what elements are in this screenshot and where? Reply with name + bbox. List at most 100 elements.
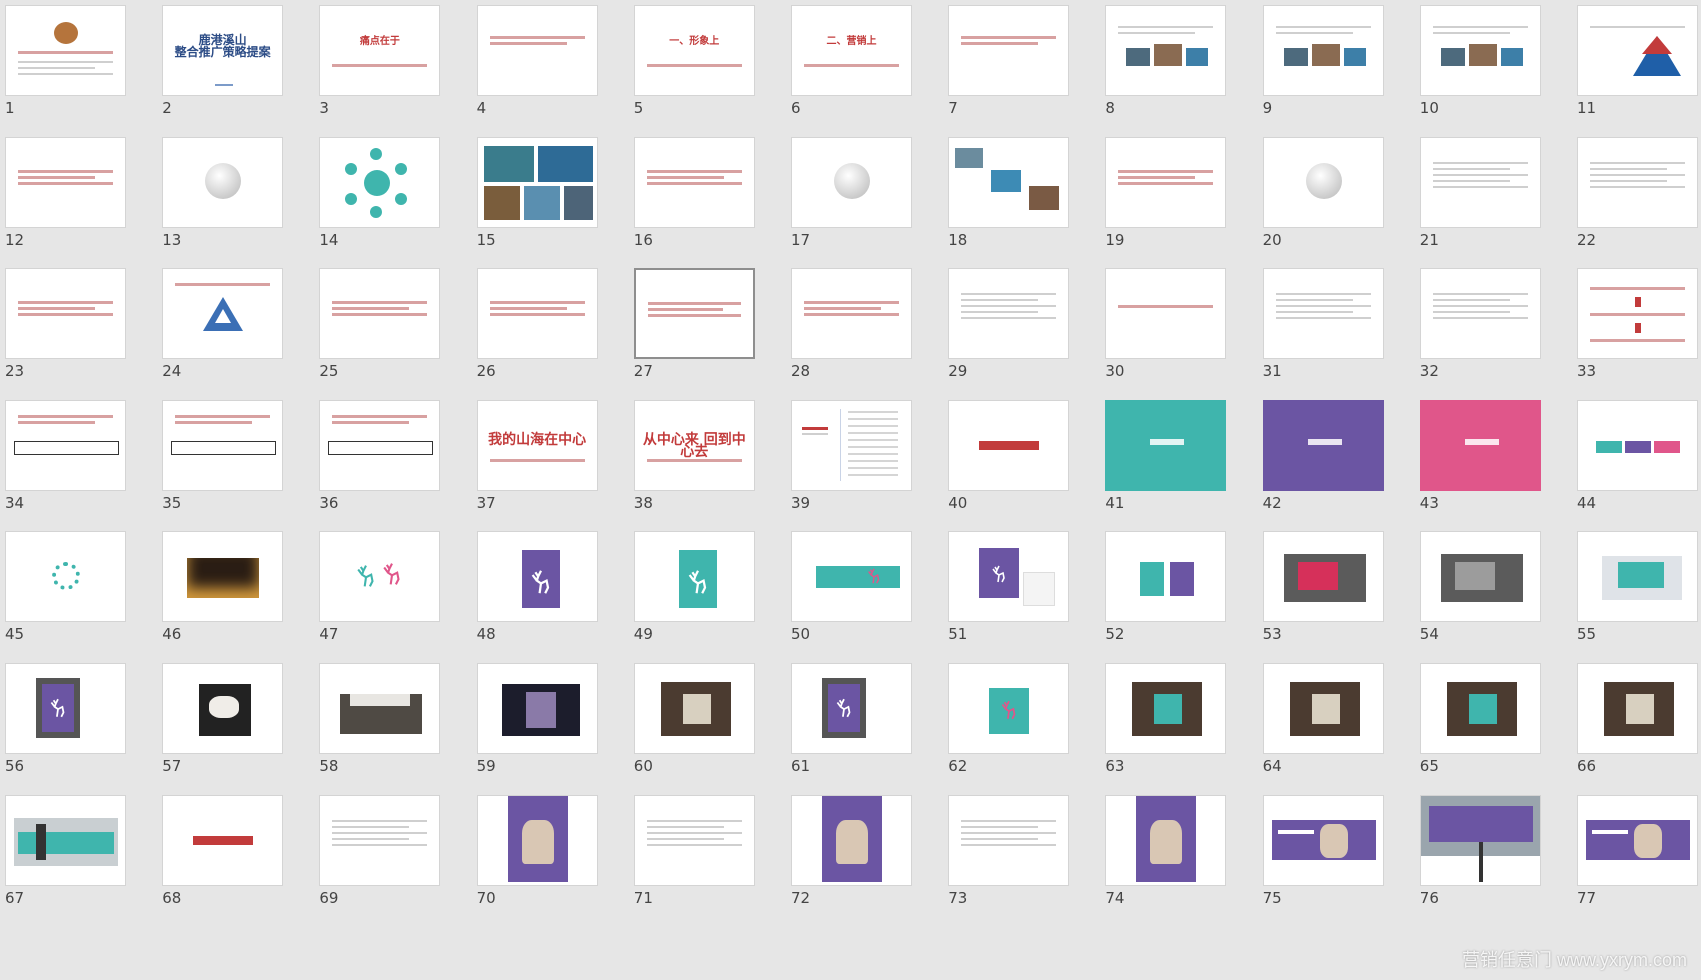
slide-thumbnail-52[interactable]: 52 bbox=[1100, 526, 1227, 661]
slide-preview[interactable] bbox=[1419, 268, 1541, 360]
slide-preview[interactable] bbox=[162, 531, 284, 623]
slide-thumbnail-14[interactable]: 14 bbox=[314, 132, 441, 267]
slide-preview[interactable] bbox=[791, 663, 912, 754]
slide-thumbnail-4[interactable]: 4 bbox=[472, 0, 598, 135]
slide-preview[interactable] bbox=[1419, 136, 1541, 228]
slide-preview[interactable]: 痛点在于 bbox=[319, 5, 441, 96]
slide-preview[interactable]: 我的山海在中心 bbox=[476, 399, 598, 491]
slide-thumbnail-34[interactable]: 34 bbox=[0, 395, 126, 530]
slide-thumbnail-8[interactable]: 8 bbox=[1100, 0, 1227, 135]
slide-thumbnail-26[interactable]: 26 bbox=[472, 263, 598, 398]
slide-thumbnail-64[interactable]: 64 bbox=[1258, 658, 1384, 793]
slide-thumbnail-18[interactable]: 18 bbox=[943, 132, 1070, 267]
slide-thumbnail-29[interactable]: 29 bbox=[943, 263, 1070, 398]
slide-preview[interactable] bbox=[948, 5, 1070, 96]
slide-thumbnail-49[interactable]: 49 bbox=[629, 526, 755, 661]
slide-thumbnail-53[interactable]: 53 bbox=[1258, 526, 1384, 661]
slide-preview[interactable] bbox=[5, 399, 126, 491]
slide-preview[interactable] bbox=[5, 136, 126, 228]
slide-preview[interactable] bbox=[1577, 663, 1698, 754]
slide-thumbnail-21[interactable]: 21 bbox=[1415, 132, 1541, 267]
slide-preview[interactable] bbox=[319, 531, 441, 623]
slide-preview[interactable] bbox=[1105, 399, 1227, 491]
slide-preview[interactable] bbox=[476, 268, 598, 360]
slide-thumbnail-43[interactable]: 43 bbox=[1415, 395, 1541, 530]
slide-thumbnail-48[interactable]: 48 bbox=[472, 526, 598, 661]
slide-preview[interactable] bbox=[1577, 136, 1698, 228]
slide-preview[interactable] bbox=[162, 794, 284, 886]
slide-preview[interactable] bbox=[1105, 5, 1227, 96]
slide-preview[interactable] bbox=[948, 268, 1070, 360]
slide-thumbnail-40[interactable]: 40 bbox=[943, 395, 1070, 530]
slide-preview[interactable] bbox=[319, 663, 441, 754]
slide-preview[interactable] bbox=[1419, 531, 1541, 623]
slide-thumbnail-24[interactable]: 24 bbox=[157, 263, 284, 398]
slide-thumbnail-62[interactable]: 62 bbox=[943, 658, 1070, 793]
slide-thumbnail-19[interactable]: 19 bbox=[1100, 132, 1227, 267]
slide-thumbnail-28[interactable]: 28 bbox=[786, 263, 912, 398]
slide-thumbnail-1[interactable]: 1 bbox=[0, 0, 126, 135]
slide-thumbnail-31[interactable]: 31 bbox=[1258, 263, 1384, 398]
slide-thumbnail-45[interactable]: 45 bbox=[0, 526, 126, 661]
slide-preview[interactable] bbox=[162, 663, 284, 754]
slide-thumbnail-77[interactable]: 77 bbox=[1572, 790, 1698, 925]
slide-thumbnail-47[interactable]: 47 bbox=[314, 526, 441, 661]
slide-thumbnail-36[interactable]: 36 bbox=[314, 395, 441, 530]
slide-thumbnail-5[interactable]: 一、形象上 5 bbox=[629, 0, 755, 135]
slide-preview[interactable] bbox=[1262, 663, 1384, 754]
slide-thumbnail-70[interactable]: 70 bbox=[472, 790, 598, 925]
slide-thumbnail-33[interactable]: 33 bbox=[1572, 263, 1698, 398]
slide-preview[interactable] bbox=[476, 136, 598, 228]
slide-preview[interactable] bbox=[1577, 794, 1698, 886]
slide-thumbnail-65[interactable]: 65 bbox=[1415, 658, 1541, 793]
slide-thumbnail-38[interactable]: 从中心来 回到中心去 38 bbox=[629, 395, 755, 530]
slide-preview[interactable] bbox=[5, 5, 126, 96]
slide-preview[interactable] bbox=[633, 531, 755, 623]
slide-preview[interactable] bbox=[1262, 794, 1384, 886]
slide-thumbnail-44[interactable]: 44 bbox=[1572, 395, 1698, 530]
slide-preview[interactable] bbox=[319, 268, 441, 360]
slide-preview[interactable] bbox=[1105, 136, 1227, 228]
slide-preview[interactable] bbox=[633, 663, 755, 754]
slide-thumbnail-20[interactable]: 20 bbox=[1258, 132, 1384, 267]
slide-thumbnail-61[interactable]: 61 bbox=[786, 658, 912, 793]
slide-preview[interactable] bbox=[319, 136, 441, 228]
slide-preview[interactable] bbox=[633, 136, 755, 228]
slide-preview[interactable] bbox=[162, 399, 284, 491]
slide-preview[interactable] bbox=[1577, 399, 1698, 491]
slide-preview[interactable] bbox=[476, 794, 598, 886]
slide-thumbnail-60[interactable]: 60 bbox=[629, 658, 755, 793]
slide-thumbnail-27[interactable]: 27 bbox=[629, 263, 755, 398]
slide-thumbnail-15[interactable]: 15 bbox=[472, 132, 598, 267]
slide-thumbnail-73[interactable]: 73 bbox=[943, 790, 1070, 925]
slide-thumbnail-25[interactable]: 25 bbox=[314, 263, 441, 398]
slide-preview[interactable] bbox=[1262, 268, 1384, 360]
slide-thumbnail-6[interactable]: 二、营销上 6 bbox=[786, 0, 912, 135]
slide-thumbnail-35[interactable]: 35 bbox=[157, 395, 284, 530]
slide-thumbnail-41[interactable]: 41 bbox=[1100, 395, 1227, 530]
slide-thumbnail-54[interactable]: 54 bbox=[1415, 526, 1541, 661]
slide-thumbnail-9[interactable]: 9 bbox=[1258, 0, 1384, 135]
slide-preview[interactable] bbox=[791, 136, 912, 228]
slide-thumbnail-58[interactable]: 58 bbox=[314, 658, 441, 793]
slide-preview[interactable] bbox=[791, 794, 912, 886]
slide-thumbnail-69[interactable]: 69 bbox=[314, 790, 441, 925]
slide-preview[interactable] bbox=[1419, 399, 1541, 491]
slide-thumbnail-57[interactable]: 57 bbox=[157, 658, 284, 793]
slide-thumbnail-17[interactable]: 17 bbox=[786, 132, 912, 267]
slide-thumbnail-59[interactable]: 59 bbox=[472, 658, 598, 793]
slide-thumbnail-16[interactable]: 16 bbox=[629, 132, 755, 267]
slide-thumbnail-3[interactable]: 痛点在于 3 bbox=[314, 0, 441, 135]
slide-preview[interactable] bbox=[948, 531, 1070, 623]
slide-preview[interactable] bbox=[5, 531, 126, 623]
slide-preview[interactable] bbox=[1262, 531, 1384, 623]
slide-preview[interactable] bbox=[476, 663, 598, 754]
slide-preview[interactable] bbox=[319, 794, 441, 886]
slide-thumbnail-7[interactable]: 7 bbox=[943, 0, 1070, 135]
slide-preview[interactable] bbox=[1262, 136, 1384, 228]
slide-preview[interactable] bbox=[633, 794, 755, 886]
slide-thumbnail-72[interactable]: 72 bbox=[786, 790, 912, 925]
slide-thumbnail-76[interactable]: 76 bbox=[1415, 790, 1541, 925]
slide-preview[interactable]: 从中心来 回到中心去 bbox=[633, 399, 755, 491]
slide-thumbnail-51[interactable]: 51 bbox=[943, 526, 1070, 661]
